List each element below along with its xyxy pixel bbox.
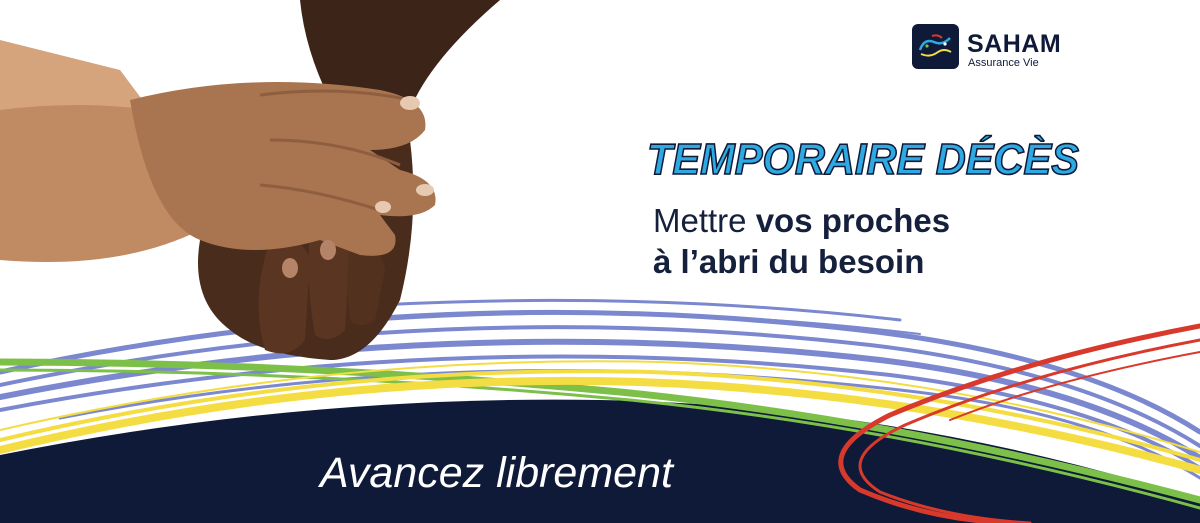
banner-artwork [0, 0, 1200, 523]
tagline: Mettre vos proches à l’abri du besoin [653, 200, 950, 282]
slogan: Avancez librement [320, 449, 673, 497]
tagline-line-2: à l’abri du besoin [653, 243, 925, 280]
holding-hands-photo [0, 0, 500, 360]
saham-logo-icon [912, 24, 959, 69]
brand-subtitle: Assurance Vie [968, 57, 1039, 69]
product-title-text: TEMPORAIRE DÉCÈS [647, 134, 1079, 184]
brand-name: SAHAM [967, 30, 1062, 58]
product-title: TEMPORAIRE DÉCÈS [646, 133, 1080, 185]
tagline-plain: Mettre [653, 202, 747, 239]
tagline-bold: vos proches [755, 202, 951, 239]
tagline-line-1: Mettre vos proches [653, 200, 950, 241]
saham-logo: SAHAM Assurance Vie [912, 22, 1092, 72]
banner: SAHAM Assurance Vie TEMPORAIRE DÉCÈS Met… [0, 0, 1200, 523]
